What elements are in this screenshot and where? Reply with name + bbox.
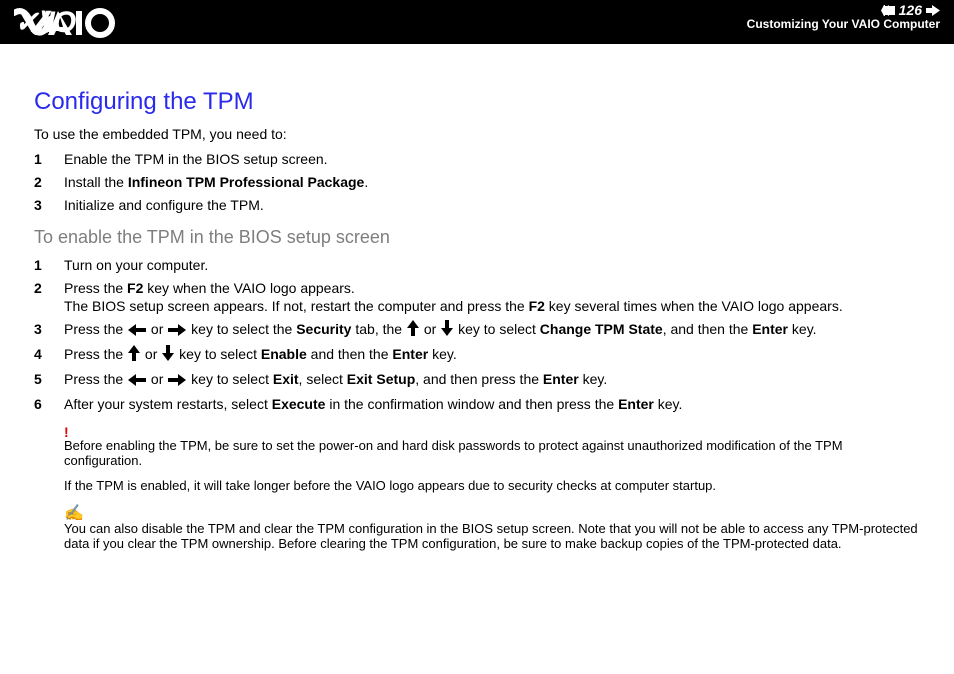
summary-steps: Enable the TPM in the BIOS setup screen.…	[34, 150, 920, 215]
key-name: F2	[127, 280, 143, 296]
step-bold: Security	[296, 321, 351, 337]
step-bold: Exit	[273, 371, 299, 387]
step-text: .	[364, 174, 368, 190]
step-text: key to select	[175, 346, 261, 362]
summary-step: Initialize and configure the TPM.	[34, 196, 920, 215]
intro-text: To use the embedded TPM, you need to:	[34, 126, 920, 142]
info-block: If the TPM is enabled, it will take long…	[34, 478, 920, 493]
section-title: Customizing Your VAIO Computer	[747, 18, 940, 31]
right-arrow-icon	[168, 372, 186, 391]
step-text: key several times when the VAIO logo app…	[545, 298, 843, 314]
subheading: To enable the TPM in the BIOS setup scre…	[34, 227, 920, 248]
step-text: After your system restarts, select	[64, 396, 272, 412]
step-text: Press the	[64, 280, 127, 296]
step-bold: Exit Setup	[347, 371, 415, 387]
step-text: Enable the TPM in the BIOS setup screen.	[64, 151, 328, 167]
vaio-logo: ✓⁄\IO	[14, 4, 124, 40]
step-text: or	[141, 346, 161, 362]
page-title: Configuring the TPM	[34, 88, 920, 116]
down-arrow-icon	[162, 345, 174, 366]
step-text: Press the	[64, 371, 127, 387]
step-text: key to select	[187, 371, 273, 387]
detail-step: After your system restarts, select Execu…	[34, 395, 920, 414]
step-text: key to select	[454, 321, 540, 337]
step-text: key.	[788, 321, 817, 337]
page-number: 126	[899, 3, 922, 18]
key-name: Enter	[752, 321, 788, 337]
page-navigation: 126	[747, 3, 940, 18]
step-text: key to select the	[187, 321, 296, 337]
note-text: You can also disable the TPM and clear t…	[64, 521, 918, 551]
detail-step: Press the or key to select Enable and th…	[34, 345, 920, 366]
summary-step: Install the Infineon TPM Professional Pa…	[34, 173, 920, 192]
summary-step: Enable the TPM in the BIOS setup screen.	[34, 150, 920, 169]
step-text: or	[147, 321, 167, 337]
step-text: key when the VAIO logo appears.	[143, 280, 354, 296]
step-text: and then the	[307, 346, 393, 362]
step-bold: Execute	[272, 396, 326, 412]
step-text: , and then the	[663, 321, 753, 337]
step-text: tab, the	[351, 321, 405, 337]
note-icon: ✍	[64, 503, 920, 523]
step-text: or	[420, 321, 440, 337]
prev-page-arrow-icon[interactable]	[881, 5, 895, 16]
step-text: Install the	[64, 174, 128, 190]
step-text: Turn on your computer.	[64, 257, 208, 273]
key-name: Enter	[618, 396, 654, 412]
step-text: key.	[579, 371, 608, 387]
key-name: F2	[529, 298, 545, 314]
step-text: , and then press the	[415, 371, 543, 387]
step-text: , select	[299, 371, 347, 387]
warning-text: Before enabling the TPM, be sure to set …	[64, 438, 843, 468]
up-arrow-icon	[128, 345, 140, 366]
step-text: Press the	[64, 321, 127, 337]
down-arrow-icon	[441, 320, 453, 341]
step-text: Initialize and configure the TPM.	[64, 197, 264, 213]
next-page-arrow-icon[interactable]	[926, 5, 940, 16]
up-arrow-icon	[407, 320, 419, 341]
detail-step: Press the F2 key when the VAIO logo appe…	[34, 279, 920, 317]
detail-step: Press the or key to select the Security …	[34, 320, 920, 341]
detail-steps: Turn on your computer. Press the F2 key …	[34, 256, 920, 414]
step-text: or	[147, 371, 167, 387]
step-text: The BIOS setup screen appears. If not, r…	[64, 298, 529, 314]
left-arrow-icon	[128, 322, 146, 341]
step-text: key.	[428, 346, 457, 362]
step-bold: Change TPM State	[540, 321, 663, 337]
detail-step: Turn on your computer.	[34, 256, 920, 275]
key-name: Enter	[543, 371, 579, 387]
page-content: Configuring the TPM To use the embedded …	[0, 44, 954, 561]
step-text: Press the	[64, 346, 127, 362]
note-block: ✍ You can also disable the TPM and clear…	[34, 503, 920, 551]
detail-step: Press the or key to select Exit, select …	[34, 370, 920, 391]
step-bold: Enable	[261, 346, 307, 362]
header-bar: ✓⁄\IO 126 Customizing Your VAIO Computer	[0, 0, 954, 44]
left-arrow-icon	[128, 372, 146, 391]
info-text: If the TPM is enabled, it will take long…	[64, 478, 716, 493]
right-arrow-icon	[168, 322, 186, 341]
step-text: in the confirmation window and then pres…	[325, 396, 618, 412]
step-bold: Infineon TPM Professional Package	[128, 174, 365, 190]
key-name: Enter	[392, 346, 428, 362]
step-text: key.	[654, 396, 683, 412]
warning-block: ! Before enabling the TPM, be sure to se…	[34, 424, 920, 468]
